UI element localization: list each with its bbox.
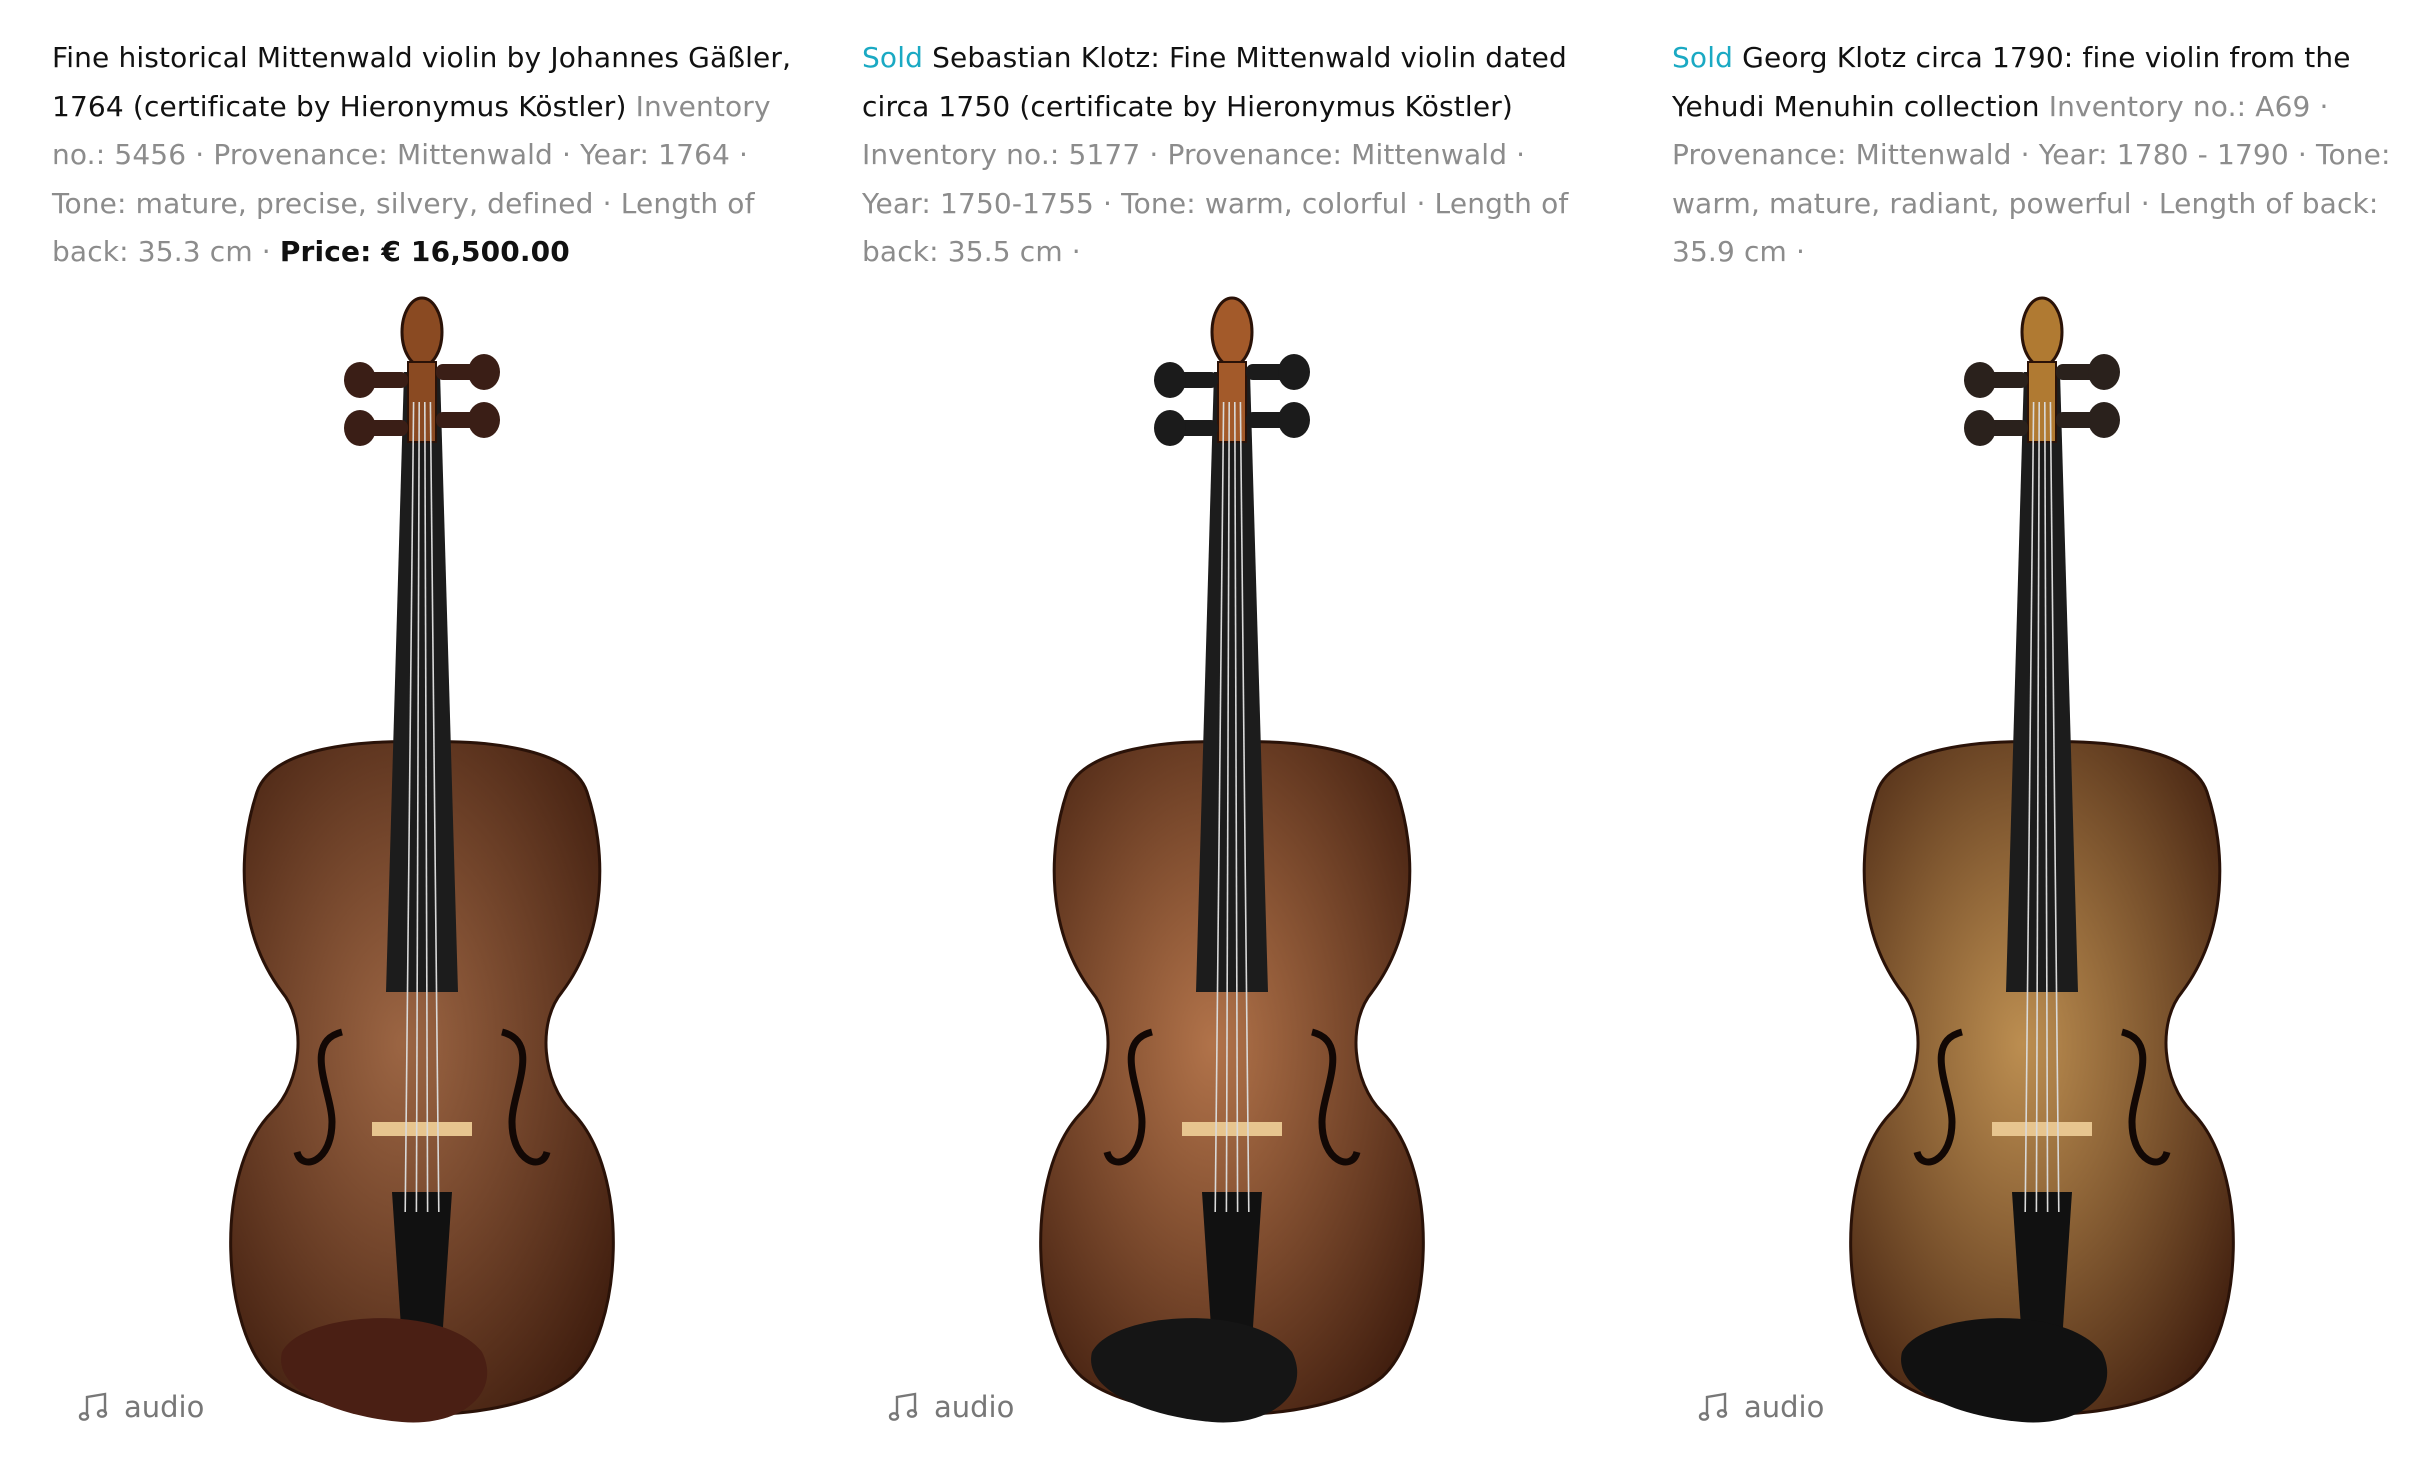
chinrest <box>281 1318 488 1423</box>
chinrest <box>1091 1318 1298 1423</box>
listing-description: Fine historical Mittenwald violin by Joh… <box>52 34 792 277</box>
peg-head <box>2088 402 2120 438</box>
bridge <box>1182 1122 1282 1136</box>
fingerboard <box>2006 372 2078 992</box>
scroll <box>400 296 444 368</box>
violin-listing-card[interactable]: Fine historical Mittenwald violin by Joh… <box>52 0 792 1478</box>
music-note-icon <box>888 1391 920 1423</box>
pegbox <box>407 361 437 443</box>
listing-meta: Inventory no.: 5177 · Provenance: Mitten… <box>862 138 1569 268</box>
scroll <box>1210 296 1254 368</box>
listing-description: Sold Sebastian Klotz: Fine Mittenwald vi… <box>862 34 1602 277</box>
violin-listing-card[interactable]: Sold Georg Klotz circa 1790: fine violin… <box>1672 0 2412 1478</box>
violin-image[interactable] <box>1672 292 2412 1452</box>
audio-button[interactable]: audio <box>888 1390 1014 1424</box>
peg-head <box>344 410 376 446</box>
violin-listing-card[interactable]: Sold Sebastian Klotz: Fine Mittenwald vi… <box>862 0 1602 1478</box>
peg-head <box>468 402 500 438</box>
music-note-icon <box>1698 1391 1730 1423</box>
listing-price: Price: € 16,500.00 <box>279 235 570 268</box>
listing-title-link[interactable]: Sebastian Klotz: Fine Mittenwald violin … <box>862 41 1567 123</box>
violin-image[interactable] <box>52 292 792 1452</box>
listing-description: Sold Georg Klotz circa 1790: fine violin… <box>1672 34 2412 277</box>
peg-head <box>2088 354 2120 390</box>
listing-grid: Fine historical Mittenwald violin by Joh… <box>0 0 2418 1478</box>
fingerboard <box>386 372 458 992</box>
pegbox <box>2027 361 2057 443</box>
pegbox <box>1217 361 1247 443</box>
peg-head <box>1278 354 1310 390</box>
sold-badge: Sold <box>862 41 924 74</box>
peg-head <box>1278 402 1310 438</box>
peg-head <box>1154 362 1186 398</box>
scroll <box>2020 296 2064 368</box>
fingerboard <box>1196 372 1268 992</box>
audio-label: audio <box>934 1390 1015 1424</box>
peg-head <box>468 354 500 390</box>
audio-button[interactable]: audio <box>1698 1390 1824 1424</box>
audio-label: audio <box>124 1390 205 1424</box>
peg-head <box>1964 362 1996 398</box>
audio-button[interactable]: audio <box>78 1390 204 1424</box>
bridge <box>1992 1122 2092 1136</box>
peg-head <box>344 362 376 398</box>
music-note-icon <box>78 1391 110 1423</box>
sold-badge: Sold <box>1672 41 1734 74</box>
violin-image[interactable] <box>862 292 1602 1452</box>
bridge <box>372 1122 472 1136</box>
peg-head <box>1964 410 1996 446</box>
peg-head <box>1154 410 1186 446</box>
chinrest <box>1901 1318 2108 1423</box>
audio-label: audio <box>1744 1390 1825 1424</box>
